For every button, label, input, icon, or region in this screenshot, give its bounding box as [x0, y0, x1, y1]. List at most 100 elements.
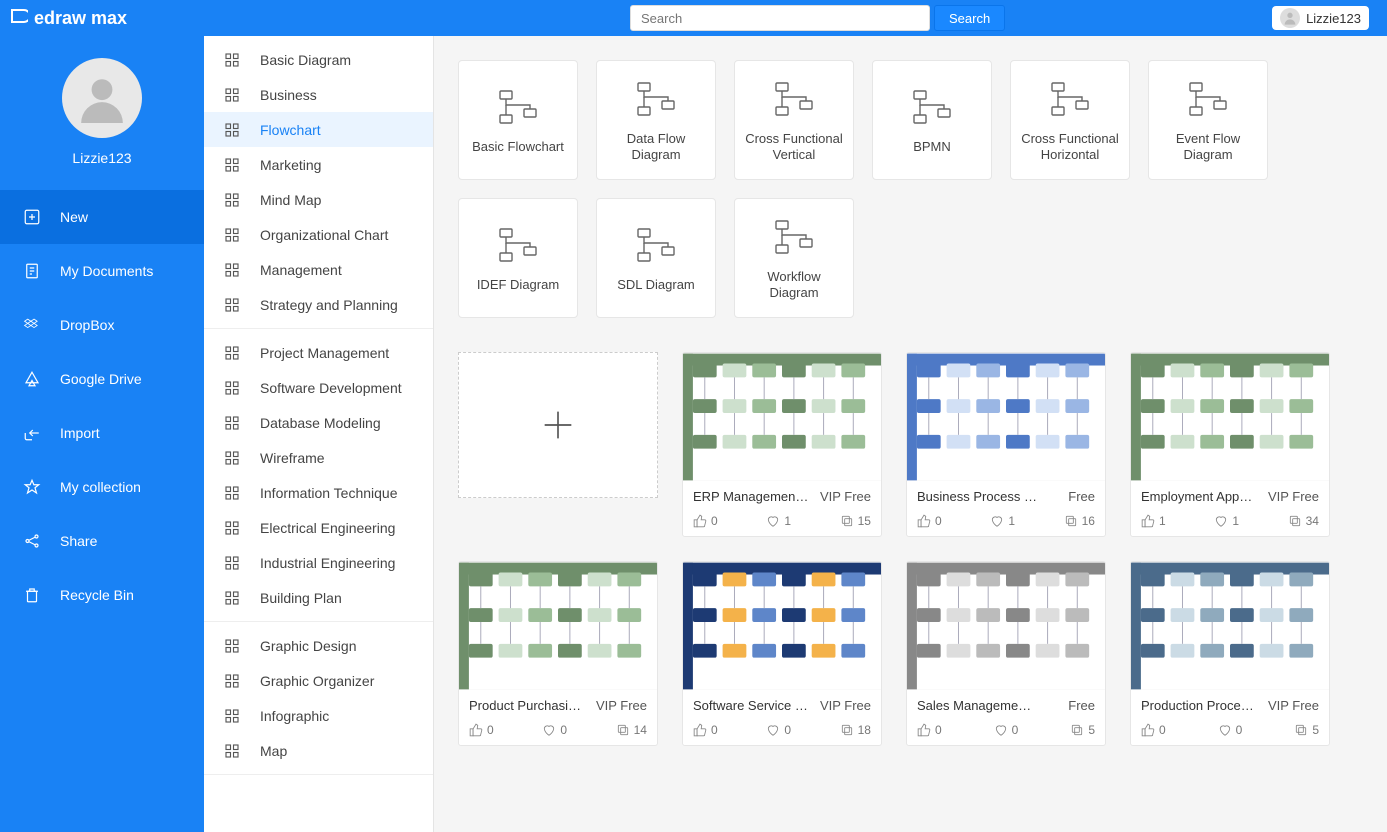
category-icon	[222, 414, 242, 432]
nav-label: Share	[60, 533, 97, 549]
category-wireframe[interactable]: Wireframe	[204, 440, 433, 475]
type-card-sdl-diagram[interactable]: SDL Diagram	[596, 198, 716, 318]
flowchart-type-icon	[496, 223, 540, 267]
template-thumb	[459, 562, 657, 690]
category-icon	[222, 637, 242, 655]
category-building-plan[interactable]: Building Plan	[204, 580, 433, 615]
category-label: Organizational Chart	[260, 227, 388, 243]
search-container: Search	[630, 5, 1005, 31]
search-input[interactable]	[630, 5, 930, 31]
category-electrical-engineering[interactable]: Electrical Engineering	[204, 510, 433, 545]
category-graphic-organizer[interactable]: Graphic Organizer	[204, 663, 433, 698]
category-software-development[interactable]: Software Development	[204, 370, 433, 405]
nav-label: My Documents	[60, 263, 153, 279]
category-icon	[222, 226, 242, 244]
hearts-stat: 1	[1214, 514, 1239, 528]
type-card-event-flow-diagram[interactable]: Event Flow Diagram	[1148, 60, 1268, 180]
template-info: Business Process Mo…Free	[907, 481, 1105, 508]
user-menu[interactable]: Lizzie123	[1272, 6, 1369, 30]
category-icon	[222, 554, 242, 572]
type-card-bpmn[interactable]: BPMN	[872, 60, 992, 180]
category-industrial-engineering[interactable]: Industrial Engineering	[204, 545, 433, 580]
nav-item-recycle-bin[interactable]: Recycle Bin	[0, 568, 204, 622]
nav-item-dropbox[interactable]: DropBox	[0, 298, 204, 352]
type-label: SDL Diagram	[609, 277, 703, 293]
category-icon	[222, 589, 242, 607]
type-label: Cross Functional Horizontal	[1011, 131, 1129, 164]
category-label: Software Development	[260, 380, 402, 396]
copies-stat: 16	[1064, 514, 1095, 528]
category-infographic[interactable]: Infographic	[204, 698, 433, 733]
template-tag: Free	[1068, 489, 1095, 504]
template-card[interactable]: Product Purchasi…VIP Free0014	[458, 561, 658, 746]
category-icon	[222, 379, 242, 397]
likes-stat: 0	[693, 514, 718, 528]
nav-item-my-collection[interactable]: My collection	[0, 460, 204, 514]
category-basic-diagram[interactable]: Basic Diagram	[204, 42, 433, 77]
category-label: Building Plan	[260, 590, 342, 606]
template-card[interactable]: Employment App…VIP Free1134	[1130, 352, 1330, 537]
category-label: Infographic	[260, 708, 329, 724]
category-map[interactable]: Map	[204, 733, 433, 768]
likes-stat: 0	[1141, 723, 1166, 737]
search-button[interactable]: Search	[934, 5, 1005, 31]
diagram-type-grid: Basic FlowchartData Flow DiagramCross Fu…	[458, 60, 1363, 318]
blank-template-card[interactable]	[458, 352, 658, 498]
category-marketing[interactable]: Marketing	[204, 147, 433, 182]
template-card[interactable]: Business Process Mo…Free0116	[906, 352, 1106, 537]
nav-item-my-documents[interactable]: My Documents	[0, 244, 204, 298]
template-stats: 1134	[1131, 508, 1329, 536]
template-title: Product Purchasi…	[469, 698, 581, 713]
copies-stat: 15	[840, 514, 871, 528]
import-icon	[22, 424, 42, 442]
category-project-management[interactable]: Project Management	[204, 335, 433, 370]
type-card-data-flow-diagram[interactable]: Data Flow Diagram	[596, 60, 716, 180]
type-card-cross-functional-horizontal[interactable]: Cross Functional Horizontal	[1010, 60, 1130, 180]
category-icon	[222, 191, 242, 209]
type-label: BPMN	[905, 139, 959, 155]
template-card[interactable]: ERP Managemen…VIP Free0115	[682, 352, 882, 537]
star-icon	[22, 478, 42, 496]
likes-stat: 0	[469, 723, 494, 737]
category-management[interactable]: Management	[204, 252, 433, 287]
nav-item-share[interactable]: Share	[0, 514, 204, 568]
category-organizational-chart[interactable]: Organizational Chart	[204, 217, 433, 252]
type-label: Basic Flowchart	[464, 139, 572, 155]
type-card-cross-functional-vertical[interactable]: Cross Functional Vertical	[734, 60, 854, 180]
template-title: ERP Managemen…	[693, 489, 808, 504]
category-mind-map[interactable]: Mind Map	[204, 182, 433, 217]
category-database-modeling[interactable]: Database Modeling	[204, 405, 433, 440]
nav-item-import[interactable]: Import	[0, 406, 204, 460]
category-flowchart[interactable]: Flowchart	[204, 112, 433, 147]
category-label: Mind Map	[260, 192, 321, 208]
template-thumb	[1131, 353, 1329, 481]
category-graphic-design[interactable]: Graphic Design	[204, 628, 433, 663]
hearts-stat: 0	[542, 723, 567, 737]
category-label: Information Technique	[260, 485, 398, 501]
flowchart-type-icon	[772, 215, 816, 259]
template-info: ERP Managemen…VIP Free	[683, 481, 881, 508]
content-area: Basic FlowchartData Flow DiagramCross Fu…	[434, 36, 1387, 832]
flowchart-type-icon	[772, 77, 816, 121]
nav-item-google-drive[interactable]: Google Drive	[0, 352, 204, 406]
profile-name: Lizzie123	[72, 150, 131, 166]
template-card[interactable]: Sales Management C…Free005	[906, 561, 1106, 746]
category-label: Database Modeling	[260, 415, 381, 431]
category-panel: Basic DiagramBusinessFlowchartMarketing M…	[204, 36, 434, 832]
avatar-icon	[62, 58, 142, 138]
type-label: Workflow Diagram	[735, 269, 853, 302]
category-information-technique[interactable]: Information Technique	[204, 475, 433, 510]
category-strategy-and-planning[interactable]: Strategy and Planning	[204, 287, 433, 322]
copies-stat: 14	[616, 723, 647, 737]
template-card[interactable]: Production Proce…VIP Free005	[1130, 561, 1330, 746]
category-business[interactable]: Business	[204, 77, 433, 112]
type-card-idef-diagram[interactable]: IDEF Diagram	[458, 198, 578, 318]
template-tag: VIP Free	[820, 698, 871, 713]
copies-stat: 18	[840, 723, 871, 737]
template-card[interactable]: Software Service …VIP Free0018	[682, 561, 882, 746]
nav-item-new[interactable]: New	[0, 190, 204, 244]
template-thumb	[907, 353, 1105, 481]
type-card-basic-flowchart[interactable]: Basic Flowchart	[458, 60, 578, 180]
type-card-workflow-diagram[interactable]: Workflow Diagram	[734, 198, 854, 318]
category-label: Strategy and Planning	[260, 297, 398, 313]
